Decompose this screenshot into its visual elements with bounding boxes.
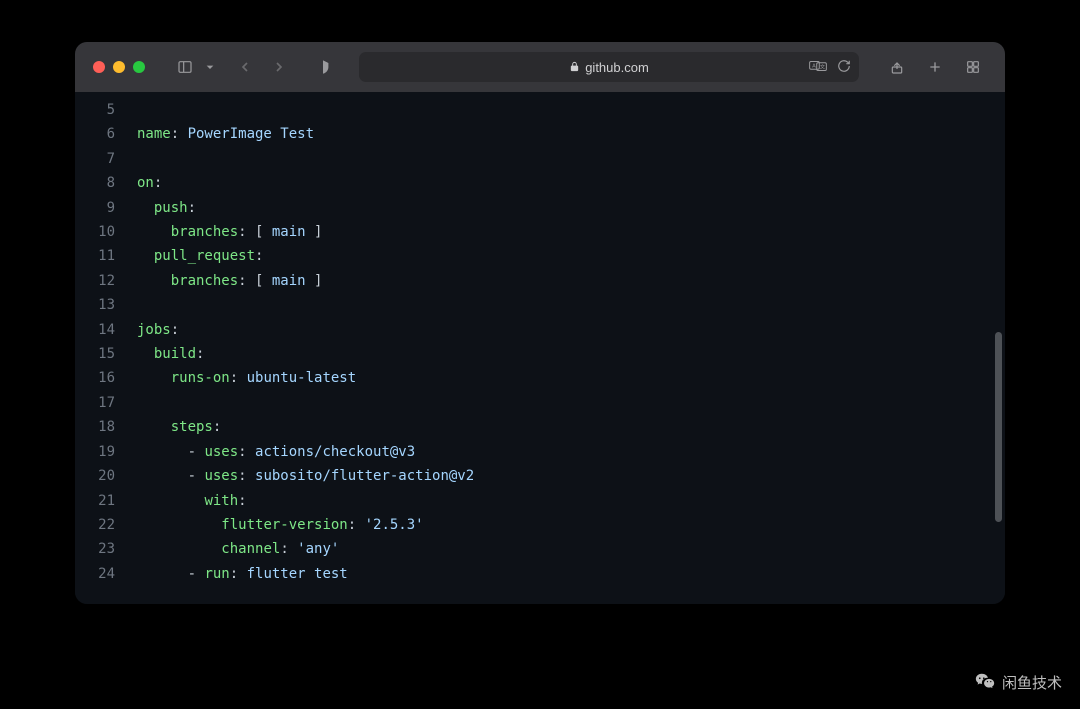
code-line[interactable]: 24 - run: flutter test [75, 562, 1005, 586]
line-number: 7 [75, 147, 137, 171]
code-line[interactable]: 19 - uses: actions/checkout@v3 [75, 440, 1005, 464]
code-line[interactable]: 17 [75, 391, 1005, 415]
code-line[interactable]: 11 pull_request: [75, 244, 1005, 268]
line-content [137, 391, 1005, 415]
scrollbar-thumb[interactable] [995, 332, 1002, 522]
code-line[interactable]: 20 - uses: subosito/flutter-action@v2 [75, 464, 1005, 488]
line-number: 11 [75, 244, 137, 268]
line-content: channel: 'any' [137, 537, 1005, 561]
line-content: with: [137, 489, 1005, 513]
minimize-button[interactable] [113, 61, 125, 73]
line-number: 5 [75, 98, 137, 122]
code-line[interactable]: 16 runs-on: ubuntu-latest [75, 366, 1005, 390]
titlebar: github.com A文 [75, 42, 1005, 92]
line-content: jobs: [137, 318, 1005, 342]
line-number: 23 [75, 537, 137, 561]
line-number: 8 [75, 171, 137, 195]
reload-icon[interactable] [837, 59, 851, 76]
address-text: github.com [585, 60, 649, 75]
maximize-button[interactable] [133, 61, 145, 73]
content-area: 56name: PowerImage Test78on:9 push:10 br… [75, 92, 1005, 604]
line-number: 9 [75, 196, 137, 220]
line-content [137, 98, 1005, 122]
share-button[interactable] [883, 53, 911, 81]
line-number: 21 [75, 489, 137, 513]
line-number: 17 [75, 391, 137, 415]
line-content: pull_request: [137, 244, 1005, 268]
line-content: - uses: actions/checkout@v3 [137, 440, 1005, 464]
line-number: 15 [75, 342, 137, 366]
forward-button[interactable] [265, 53, 293, 81]
code-line[interactable]: 15 build: [75, 342, 1005, 366]
svg-text:A: A [812, 63, 816, 69]
code-line[interactable]: 8on: [75, 171, 1005, 195]
line-number: 6 [75, 122, 137, 146]
line-content: build: [137, 342, 1005, 366]
code-line[interactable]: 12 branches: [ main ] [75, 269, 1005, 293]
traffic-lights [93, 61, 145, 73]
privacy-shield-icon[interactable] [309, 53, 337, 81]
line-number: 18 [75, 415, 137, 439]
line-content: - uses: subosito/flutter-action@v2 [137, 464, 1005, 488]
code-line[interactable]: 9 push: [75, 196, 1005, 220]
code-line[interactable]: 5 [75, 98, 1005, 122]
line-number: 10 [75, 220, 137, 244]
line-content: steps: [137, 415, 1005, 439]
line-number: 13 [75, 293, 137, 317]
line-content: runs-on: ubuntu-latest [137, 366, 1005, 390]
sidebar-toggle-button[interactable] [171, 53, 199, 81]
code-line[interactable]: 10 branches: [ main ] [75, 220, 1005, 244]
code-line[interactable]: 22 flutter-version: '2.5.3' [75, 513, 1005, 537]
line-number: 12 [75, 269, 137, 293]
translate-icon[interactable]: A文 [809, 59, 827, 76]
line-number: 20 [75, 464, 137, 488]
code-line[interactable]: 13 [75, 293, 1005, 317]
new-tab-button[interactable] [921, 53, 949, 81]
code-line[interactable]: 7 [75, 147, 1005, 171]
line-content [137, 293, 1005, 317]
watermark: 闲鱼技术 [974, 671, 1062, 693]
svg-text:文: 文 [820, 62, 825, 70]
back-button[interactable] [231, 53, 259, 81]
line-content: name: PowerImage Test [137, 122, 1005, 146]
line-content: flutter-version: '2.5.3' [137, 513, 1005, 537]
line-content: on: [137, 171, 1005, 195]
code-line[interactable]: 6name: PowerImage Test [75, 122, 1005, 146]
address-bar[interactable]: github.com A文 [359, 52, 859, 82]
watermark-text: 闲鱼技术 [1002, 672, 1062, 693]
wechat-icon [974, 671, 996, 693]
line-content: - run: flutter test [137, 562, 1005, 586]
line-content: branches: [ main ] [137, 269, 1005, 293]
line-content [137, 147, 1005, 171]
lock-icon [569, 60, 580, 75]
code-line[interactable]: 18 steps: [75, 415, 1005, 439]
line-content: branches: [ main ] [137, 220, 1005, 244]
line-number: 22 [75, 513, 137, 537]
line-content: push: [137, 196, 1005, 220]
tab-group-dropdown[interactable] [201, 53, 219, 81]
line-number: 24 [75, 562, 137, 586]
tab-overview-button[interactable] [959, 53, 987, 81]
code-line[interactable]: 14jobs: [75, 318, 1005, 342]
line-number: 16 [75, 366, 137, 390]
line-number: 14 [75, 318, 137, 342]
code-line[interactable]: 21 with: [75, 489, 1005, 513]
code-line[interactable]: 23 channel: 'any' [75, 537, 1005, 561]
line-number: 19 [75, 440, 137, 464]
code-editor[interactable]: 56name: PowerImage Test78on:9 push:10 br… [75, 92, 1005, 586]
close-button[interactable] [93, 61, 105, 73]
browser-window: github.com A文 56name: PowerImage T [75, 42, 1005, 604]
